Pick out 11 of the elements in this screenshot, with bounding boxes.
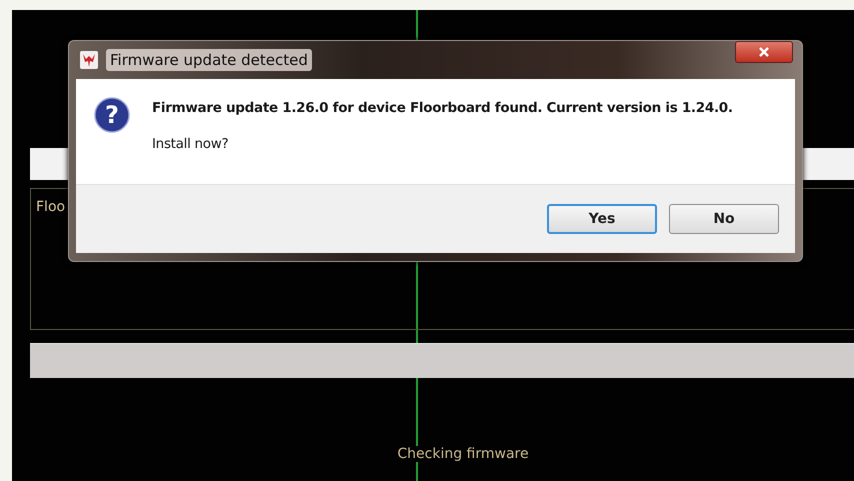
question-icon: ? — [94, 97, 130, 133]
status-text: Checking firmware — [395, 446, 531, 462]
dialog-button[interactable]: Yes — [547, 204, 657, 234]
dialog-title: Firmware update detected — [106, 49, 312, 71]
dialog-button[interactable]: No — [669, 204, 779, 234]
dialog-question: Install now? — [152, 136, 230, 152]
close-button[interactable] — [735, 41, 793, 63]
panel-label: Floo — [36, 199, 66, 215]
dialog-message: Firmware update 1.26.0 for device Floorboard found. Current version is 1.24.0. — [152, 100, 733, 116]
app-logo-icon — [80, 51, 98, 69]
close-icon — [759, 47, 769, 57]
